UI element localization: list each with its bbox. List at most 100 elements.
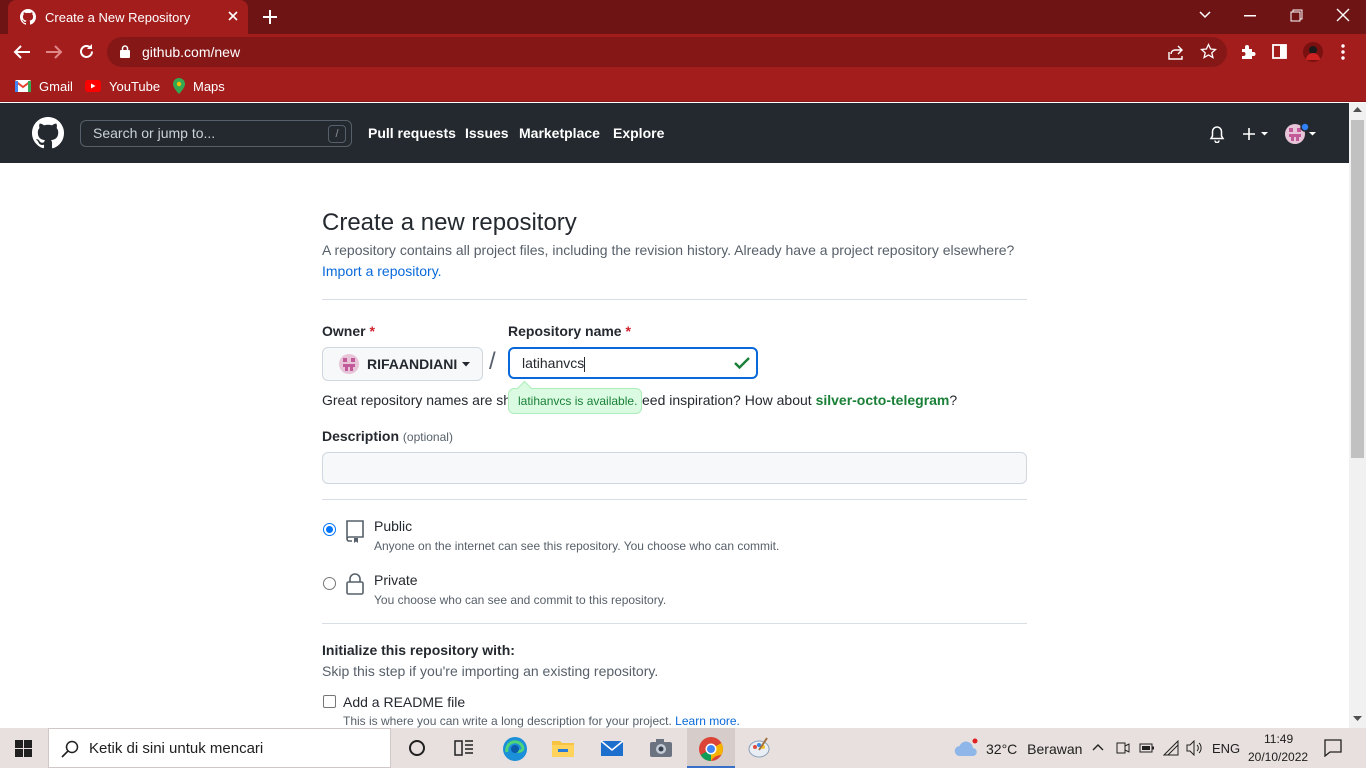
- search-icon: [61, 740, 79, 758]
- clock-date[interactable]: 20/10/2022: [1248, 750, 1308, 764]
- repository-name-value: latihanvcs: [522, 355, 585, 371]
- nav-issues[interactable]: Issues: [465, 125, 509, 141]
- readme-label[interactable]: Add a README file: [343, 694, 465, 710]
- weather-condition: Berawan: [1027, 741, 1083, 757]
- create-new-plus-icon[interactable]: [1242, 127, 1270, 141]
- show-hidden-icons-chevron-icon[interactable]: [1092, 743, 1104, 751]
- extensions-icon[interactable]: [1240, 44, 1256, 60]
- github-logo-icon[interactable]: [32, 117, 64, 149]
- weather-cloud-icon[interactable]: [953, 738, 979, 758]
- divider: [322, 299, 1027, 300]
- side-panel-icon[interactable]: [1272, 44, 1287, 59]
- owner-repo-separator: /: [489, 348, 496, 375]
- scroll-down-arrow-icon[interactable]: [1353, 716, 1362, 722]
- divider: [322, 499, 1027, 500]
- reload-icon[interactable]: [78, 43, 95, 60]
- close-tab-icon[interactable]: [227, 10, 239, 22]
- private-label[interactable]: Private: [374, 572, 418, 588]
- browser-tab[interactable]: Create a New Repository: [8, 0, 248, 34]
- private-radio[interactable]: [323, 577, 336, 590]
- owner-avatar-icon: [339, 354, 359, 374]
- nav-pull-requests[interactable]: Pull requests: [368, 125, 456, 141]
- search-shortcut-key: /: [328, 125, 346, 143]
- restore-icon[interactable]: [1290, 9, 1303, 22]
- repo-book-icon: [345, 519, 365, 543]
- notifications-icon[interactable]: [1324, 739, 1342, 757]
- menu-kebab-icon[interactable]: [1341, 44, 1345, 60]
- required-mark: *: [369, 323, 375, 339]
- valid-check-icon: [734, 357, 750, 369]
- taskbar-search-placeholder: Ketik di sini untuk mencari: [89, 739, 264, 757]
- description-input[interactable]: [322, 452, 1027, 484]
- repo-name-label-text: Repository name: [508, 323, 622, 339]
- private-description: You choose who can see and commit to thi…: [374, 593, 667, 607]
- mail-icon[interactable]: [600, 736, 624, 760]
- edge-icon[interactable]: [502, 736, 527, 761]
- owner-label-text: Owner: [322, 323, 366, 339]
- forward-icon[interactable]: [45, 44, 63, 60]
- new-tab-icon[interactable]: [262, 9, 278, 25]
- notifications-bell-icon[interactable]: [1209, 126, 1225, 143]
- owner-label: Owner *: [322, 323, 375, 339]
- repo-name-hint-start: Great repository names are sh: [322, 392, 512, 408]
- window-close-icon[interactable]: [1336, 8, 1350, 22]
- back-icon[interactable]: [13, 44, 31, 60]
- clock-time[interactable]: 11:49: [1264, 732, 1293, 746]
- input-language[interactable]: ENG: [1212, 741, 1240, 756]
- repo-name-label: Repository name *: [508, 323, 631, 339]
- learn-more-link[interactable]: Learn more.: [675, 714, 740, 728]
- lock-icon[interactable]: [120, 45, 130, 58]
- profile-avatar-icon[interactable]: [1303, 42, 1323, 62]
- public-radio[interactable]: [323, 523, 336, 536]
- scroll-up-arrow-icon[interactable]: [1353, 106, 1362, 112]
- share-icon[interactable]: [1168, 44, 1184, 60]
- bookmark-label: Gmail: [39, 78, 73, 94]
- hint-question-mark: ?: [949, 392, 958, 408]
- required-mark: *: [625, 323, 631, 339]
- meet-now-icon[interactable]: [1116, 740, 1130, 756]
- search-placeholder: Search or jump to...: [93, 125, 216, 141]
- github-favicon-icon: [20, 9, 36, 25]
- public-label[interactable]: Public: [374, 518, 412, 534]
- nav-marketplace[interactable]: Marketplace: [519, 125, 600, 141]
- youtube-icon: [85, 80, 109, 92]
- maps-pin-icon: [173, 78, 193, 94]
- paint-icon[interactable]: [747, 736, 771, 760]
- scrollbar-thumb[interactable]: [1351, 120, 1364, 458]
- readme-description: This is where you can write a long descr…: [343, 714, 740, 728]
- bookmark-maps[interactable]: Maps: [173, 76, 225, 96]
- taskbar-search-box[interactable]: Ketik di sini untuk mencari: [48, 728, 391, 768]
- import-repository-link[interactable]: Import a repository.: [322, 263, 442, 279]
- repository-name-input[interactable]: latihanvcs: [508, 347, 758, 379]
- chrome-icon[interactable]: [698, 736, 723, 761]
- suggested-name[interactable]: silver-octo-telegram: [816, 392, 950, 408]
- volume-icon[interactable]: [1186, 740, 1204, 756]
- weather-temperature[interactable]: 32°C Berawan: [986, 741, 1082, 757]
- bookmark-gmail[interactable]: Gmail: [15, 76, 73, 96]
- tab-search-chevron-icon[interactable]: [1198, 10, 1212, 20]
- minimize-icon[interactable]: [1244, 15, 1256, 17]
- page-subtitle: A repository contains all project files,…: [322, 242, 1015, 258]
- owner-value: RIFAANDIANI: [367, 356, 458, 372]
- page-title: Create a new repository: [322, 209, 577, 236]
- repo-name-hint-end: eed inspiration? How about: [642, 392, 812, 408]
- init-subtitle: Skip this step if you're importing an ex…: [322, 663, 659, 679]
- battery-icon[interactable]: [1139, 742, 1155, 754]
- task-view-icon[interactable]: [452, 736, 476, 760]
- repo-name-hint: eed inspiration? How about silver-octo-t…: [642, 392, 957, 408]
- owner-select[interactable]: RIFAANDIANI: [322, 347, 483, 381]
- readme-checkbox[interactable]: [323, 695, 336, 708]
- cortana-icon[interactable]: [405, 736, 429, 760]
- windows-start-icon[interactable]: [15, 740, 32, 757]
- github-search-input[interactable]: Search or jump to... /: [80, 120, 352, 147]
- camera-icon[interactable]: [649, 736, 673, 760]
- wifi-icon[interactable]: [1163, 740, 1179, 756]
- divider: [322, 623, 1027, 624]
- user-avatar-icon[interactable]: [1284, 122, 1318, 146]
- bookmark-star-icon[interactable]: [1200, 43, 1217, 60]
- bookmark-youtube[interactable]: YouTube: [85, 76, 160, 96]
- address-bar[interactable]: [107, 37, 1227, 67]
- file-explorer-icon[interactable]: [551, 736, 575, 760]
- description-label-text: Description: [322, 428, 400, 444]
- nav-explore[interactable]: Explore: [613, 125, 664, 141]
